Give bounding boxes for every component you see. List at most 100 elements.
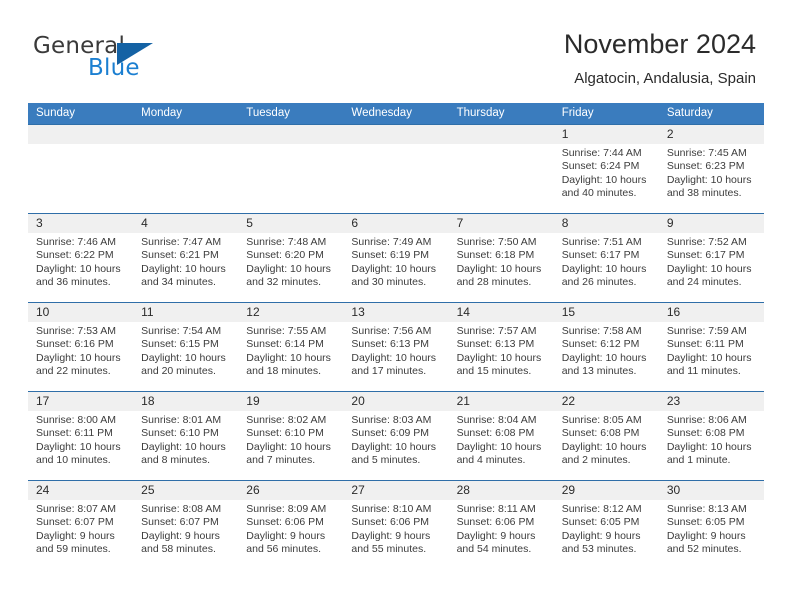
sunset-text: Sunset: 6:17 PM [561, 249, 640, 262]
sunset-text: Sunset: 6:10 PM [141, 427, 219, 440]
day-cell[interactable]: Sunrise: 7:49 AM Sunset: 6:19 PM Dayligh… [343, 233, 448, 302]
day-number: 1 [561, 127, 569, 141]
day-cell[interactable]: Sunrise: 8:13 AM Sunset: 6:05 PM Dayligh… [659, 500, 764, 569]
day-cell[interactable]: Sunrise: 8:11 AM Sunset: 6:06 PM Dayligh… [449, 500, 554, 569]
daylight-text: Daylight: 10 hours and 15 minutes. [456, 351, 542, 378]
week-row: 17 18 19 20 21 22 23 Sunrise: 8:00 AM Su… [28, 391, 764, 480]
daylight-text: Daylight: 9 hours and 52 minutes. [666, 529, 746, 556]
sunset-text: Sunset: 6:17 PM [666, 249, 745, 262]
sunset-text: Sunset: 6:16 PM [36, 338, 114, 351]
day-number: 30 [666, 483, 681, 497]
sunset-text: Sunset: 6:12 PM [561, 338, 640, 351]
day-cell[interactable]: Sunrise: 7:48 AM Sunset: 6:20 PM Dayligh… [238, 233, 343, 302]
daylight-text: Daylight: 9 hours and 56 minutes. [246, 529, 326, 556]
daylight-text: Daylight: 10 hours and 2 minutes. [561, 440, 647, 467]
day-number: 19 [246, 394, 260, 408]
sunset-text: Sunset: 6:19 PM [351, 249, 430, 262]
day-cell[interactable]: Sunrise: 7:57 AM Sunset: 6:13 PM Dayligh… [449, 322, 554, 391]
daylight-text: Daylight: 10 hours and 17 minutes. [351, 351, 437, 378]
sunset-text: Sunset: 6:11 PM [666, 338, 744, 351]
day-cell[interactable]: Sunrise: 8:07 AM Sunset: 6:07 PM Dayligh… [28, 500, 133, 569]
day-cell[interactable]: Sunrise: 7:45 AM Sunset: 6:23 PM Dayligh… [659, 144, 764, 213]
daylight-text: Daylight: 10 hours and 1 minute. [666, 440, 752, 467]
daylight-text: Daylight: 10 hours and 38 minutes. [666, 173, 752, 200]
weekday-monday: Monday [141, 107, 183, 119]
day-cell[interactable] [28, 144, 133, 213]
day-number: 26 [246, 483, 260, 497]
day-number: 20 [351, 394, 365, 408]
week-number-band: 10 11 12 13 14 15 16 [28, 303, 764, 322]
daylight-text: Daylight: 10 hours and 40 minutes. [561, 173, 647, 200]
week-number-band: 3 4 5 6 7 8 9 [28, 214, 764, 233]
sunset-text: Sunset: 6:09 PM [351, 427, 430, 440]
sunset-text: Sunset: 6:05 PM [666, 516, 745, 529]
sunrise-text: Sunrise: 7:59 AM [666, 325, 747, 337]
sunrise-text: Sunrise: 7:50 AM [456, 236, 537, 248]
day-cell[interactable]: Sunrise: 8:09 AM Sunset: 6:06 PM Dayligh… [238, 500, 343, 569]
sunrise-text: Sunrise: 7:52 AM [666, 236, 747, 248]
day-cell[interactable] [238, 144, 343, 213]
day-cell[interactable]: Sunrise: 7:53 AM Sunset: 6:16 PM Dayligh… [28, 322, 133, 391]
sunrise-text: Sunrise: 8:10 AM [351, 503, 432, 515]
sunrise-text: Sunrise: 7:53 AM [36, 325, 116, 337]
day-cell[interactable]: Sunrise: 8:12 AM Sunset: 6:05 PM Dayligh… [554, 500, 659, 569]
day-cell[interactable]: Sunrise: 8:06 AM Sunset: 6:08 PM Dayligh… [659, 411, 764, 480]
daylight-text: Daylight: 9 hours and 54 minutes. [456, 529, 536, 556]
day-cell[interactable]: Sunrise: 7:54 AM Sunset: 6:15 PM Dayligh… [133, 322, 238, 391]
sunset-text: Sunset: 6:21 PM [141, 249, 219, 262]
day-cell[interactable]: Sunrise: 8:04 AM Sunset: 6:08 PM Dayligh… [449, 411, 554, 480]
sunset-text: Sunset: 6:08 PM [561, 427, 640, 440]
sunrise-text: Sunrise: 8:00 AM [36, 414, 116, 426]
week-number-band: 17 18 19 20 21 22 23 [28, 392, 764, 411]
sunrise-text: Sunrise: 8:05 AM [561, 414, 642, 426]
day-number: 27 [351, 483, 365, 497]
sunset-text: Sunset: 6:23 PM [666, 160, 745, 173]
weekday-saturday: Saturday [666, 107, 713, 119]
page-subtitle: Algatocin, Andalusia, Spain [574, 70, 756, 87]
day-cell[interactable] [133, 144, 238, 213]
day-cell[interactable]: Sunrise: 8:00 AM Sunset: 6:11 PM Dayligh… [28, 411, 133, 480]
week-number-band: 24 25 26 27 28 29 30 [28, 481, 764, 500]
day-cell[interactable]: Sunrise: 7:58 AM Sunset: 6:12 PM Dayligh… [554, 322, 659, 391]
daylight-text: Daylight: 10 hours and 24 minutes. [666, 262, 752, 289]
day-cell[interactable]: Sunrise: 7:56 AM Sunset: 6:13 PM Dayligh… [343, 322, 448, 391]
day-cell[interactable]: Sunrise: 7:51 AM Sunset: 6:17 PM Dayligh… [554, 233, 659, 302]
day-cell[interactable]: Sunrise: 7:52 AM Sunset: 6:17 PM Dayligh… [659, 233, 764, 302]
sunrise-text: Sunrise: 8:02 AM [246, 414, 327, 426]
brand-logo[interactable]: General Blue [33, 33, 213, 85]
day-number: 9 [666, 216, 674, 230]
page-header: General Blue November 2024 Algatocin, An… [0, 0, 792, 100]
day-number: 29 [561, 483, 576, 497]
daylight-text: Daylight: 10 hours and 11 minutes. [666, 351, 752, 378]
daylight-text: Daylight: 10 hours and 13 minutes. [561, 351, 647, 378]
day-cell[interactable]: Sunrise: 7:44 AM Sunset: 6:24 PM Dayligh… [554, 144, 659, 213]
sunset-text: Sunset: 6:20 PM [246, 249, 324, 262]
sunrise-text: Sunrise: 7:47 AM [141, 236, 222, 248]
day-cell[interactable]: Sunrise: 8:01 AM Sunset: 6:10 PM Dayligh… [133, 411, 238, 480]
daylight-text: Daylight: 10 hours and 32 minutes. [246, 262, 331, 289]
daylight-text: Daylight: 9 hours and 53 minutes. [561, 529, 641, 556]
day-cell[interactable]: Sunrise: 7:47 AM Sunset: 6:21 PM Dayligh… [133, 233, 238, 302]
day-cell[interactable]: Sunrise: 7:46 AM Sunset: 6:22 PM Dayligh… [28, 233, 133, 302]
sunrise-text: Sunrise: 7:48 AM [246, 236, 327, 248]
day-cell[interactable]: Sunrise: 8:08 AM Sunset: 6:07 PM Dayligh… [133, 500, 238, 569]
sunrise-text: Sunrise: 7:58 AM [561, 325, 642, 337]
day-cell[interactable]: Sunrise: 7:55 AM Sunset: 6:14 PM Dayligh… [238, 322, 343, 391]
day-cell[interactable]: Sunrise: 8:10 AM Sunset: 6:06 PM Dayligh… [343, 500, 448, 569]
day-cell[interactable]: Sunrise: 8:05 AM Sunset: 6:08 PM Dayligh… [554, 411, 659, 480]
week-row: 24 25 26 27 28 29 30 Sunrise: 8:07 AM Su… [28, 480, 764, 569]
week-row: 1 2 Sunrise: 7:44 AM Sunset: 6:24 PM Day… [28, 124, 764, 213]
day-cell[interactable] [343, 144, 448, 213]
day-cell[interactable] [449, 144, 554, 213]
day-cell[interactable]: Sunrise: 8:03 AM Sunset: 6:09 PM Dayligh… [343, 411, 448, 480]
sunrise-text: Sunrise: 7:56 AM [351, 325, 432, 337]
sunrise-text: Sunrise: 7:55 AM [246, 325, 327, 337]
day-number: 21 [456, 394, 470, 408]
calendar-grid: Sunday Monday Tuesday Wednesday Thursday… [28, 103, 764, 569]
day-cell[interactable]: Sunrise: 7:59 AM Sunset: 6:11 PM Dayligh… [659, 322, 764, 391]
daylight-text: Daylight: 10 hours and 20 minutes. [141, 351, 226, 378]
day-cell[interactable]: Sunrise: 7:50 AM Sunset: 6:18 PM Dayligh… [449, 233, 554, 302]
daylight-text: Daylight: 9 hours and 59 minutes. [36, 529, 115, 556]
day-cell[interactable]: Sunrise: 8:02 AM Sunset: 6:10 PM Dayligh… [238, 411, 343, 480]
day-number: 15 [561, 305, 576, 319]
